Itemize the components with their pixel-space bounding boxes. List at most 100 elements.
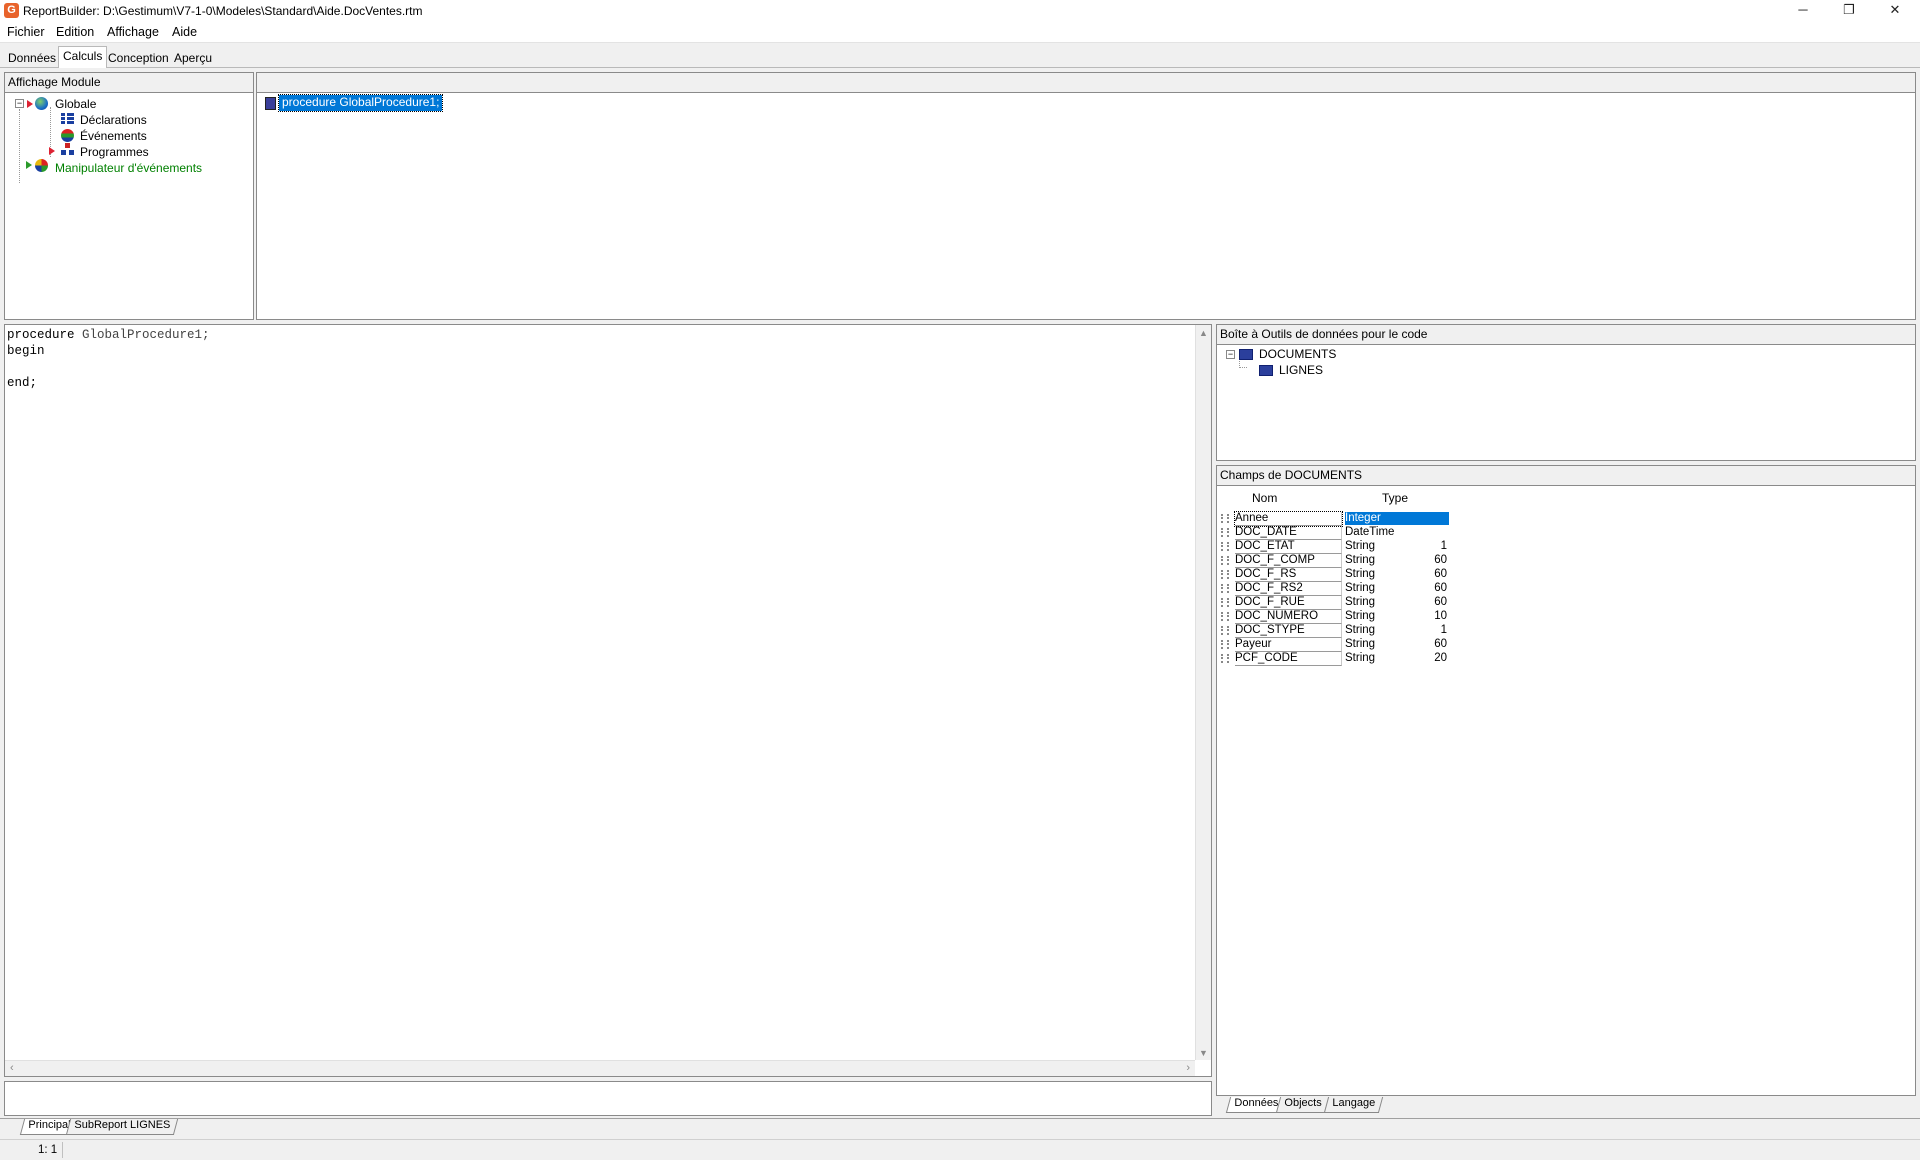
pipeline-icon bbox=[1259, 365, 1273, 376]
procedure-icon bbox=[265, 97, 276, 110]
menu-bar: Fichier Edition Affichage Aide bbox=[0, 22, 1920, 43]
tab-donnees[interactable]: Données bbox=[4, 49, 60, 67]
toolbox-tabs: Données Objects Langage bbox=[1218, 1097, 1918, 1115]
event-handler-icon bbox=[35, 159, 48, 172]
code-line-4: end; bbox=[7, 376, 38, 390]
module-panel-header: Affichage Module bbox=[5, 73, 253, 93]
field-row[interactable]: DOC_F_RS String 60 bbox=[1219, 568, 1449, 582]
toolbox-header: Boîte à Outils de données pour le code bbox=[1217, 325, 1915, 345]
fields-panel: Champs de DOCUMENTS Nom Type Annee Intege… bbox=[1216, 465, 1916, 1096]
pipeline-documents[interactable]: DOCUMENTS bbox=[1259, 347, 1336, 361]
field-row[interactable]: Annee Integer bbox=[1219, 511, 1449, 527]
close-button[interactable]: ✕ bbox=[1872, 0, 1918, 22]
code-keyword: procedure bbox=[7, 328, 75, 342]
field-size bbox=[1413, 512, 1449, 525]
field-row[interactable]: DOC_ETAT String 1 bbox=[1219, 540, 1449, 554]
drag-handle-icon[interactable] bbox=[1221, 584, 1229, 593]
restore-button[interactable]: ❐ bbox=[1826, 0, 1872, 22]
field-row[interactable]: DOC_DATE DateTime bbox=[1219, 526, 1449, 540]
tree-line bbox=[19, 109, 20, 183]
field-name: DOC_F_COMP bbox=[1235, 554, 1342, 568]
drag-handle-icon[interactable] bbox=[1221, 612, 1229, 621]
field-name: DOC_NUMERO bbox=[1235, 610, 1342, 624]
field-size: 60 bbox=[1434, 596, 1447, 608]
menu-edition[interactable]: Edition bbox=[56, 25, 94, 39]
field-size: 60 bbox=[1434, 638, 1447, 650]
field-size: 60 bbox=[1434, 554, 1447, 566]
tab-conception[interactable]: Conception bbox=[104, 49, 173, 67]
horizontal-scrollbar[interactable]: ‹ › bbox=[5, 1060, 1195, 1076]
menu-aide[interactable]: Aide bbox=[172, 25, 197, 39]
status-divider bbox=[62, 1142, 63, 1158]
field-row[interactable]: DOC_F_RUE String 60 bbox=[1219, 596, 1449, 610]
tab-apercu[interactable]: Aperçu bbox=[170, 49, 216, 67]
main-tabs: Données Calculs Conception Aperçu bbox=[0, 44, 1920, 68]
vertical-scrollbar[interactable]: ▲ ▼ bbox=[1195, 325, 1211, 1060]
pipeline-lignes[interactable]: LIGNES bbox=[1279, 363, 1323, 377]
drag-handle-icon[interactable] bbox=[1221, 570, 1229, 579]
procedure-item-selected[interactable]: procedure GlobalProcedure1; bbox=[277, 94, 444, 112]
drag-handle-icon[interactable] bbox=[1221, 556, 1229, 565]
drag-handle-icon[interactable] bbox=[1221, 514, 1229, 523]
field-name: Annee bbox=[1234, 511, 1343, 527]
scroll-up-icon[interactable]: ▲ bbox=[1199, 328, 1208, 338]
field-name: DOC_F_RUE bbox=[1235, 596, 1342, 610]
tab-subreport-lignes[interactable]: SubReport LIGNES bbox=[65, 1119, 179, 1135]
drag-handle-icon[interactable] bbox=[1221, 542, 1229, 551]
expand-arrow-icon[interactable] bbox=[26, 161, 32, 169]
drag-handle-icon[interactable] bbox=[1221, 528, 1229, 537]
events-icon bbox=[61, 129, 74, 142]
tree-item-programmes[interactable]: Programmes bbox=[80, 145, 149, 159]
tree-item-manipulateur[interactable]: Manipulateur d'événements bbox=[55, 161, 202, 175]
field-type: String bbox=[1345, 596, 1376, 608]
collapse-icon[interactable]: − bbox=[15, 99, 24, 108]
programs-icon bbox=[61, 143, 74, 156]
collapse-icon[interactable]: − bbox=[1226, 350, 1235, 359]
tab-toolbox-langage[interactable]: Langage bbox=[1323, 1097, 1383, 1113]
report-tabs: Principal SubReport LIGNES bbox=[0, 1118, 1920, 1136]
field-name: Payeur bbox=[1235, 638, 1342, 652]
field-row[interactable]: DOC_NUMERO String 10 bbox=[1219, 610, 1449, 624]
field-size: 1 bbox=[1440, 624, 1447, 636]
tree-item-evenements[interactable]: Événements bbox=[80, 129, 147, 143]
pipeline-icon bbox=[1239, 349, 1253, 360]
status-bar: 1: 1 bbox=[0, 1139, 1920, 1160]
field-size: 60 bbox=[1434, 582, 1447, 594]
procedure-list-panel: procedure GlobalProcedure1; bbox=[256, 72, 1916, 320]
code-line-1: procedure GlobalProcedure1; bbox=[7, 327, 210, 343]
drag-handle-icon[interactable] bbox=[1221, 640, 1229, 649]
drag-handle-icon[interactable] bbox=[1221, 626, 1229, 635]
code-editor[interactable]: procedure GlobalProcedure1; begin end; ▲… bbox=[4, 324, 1212, 1077]
drag-handle-icon[interactable] bbox=[1221, 654, 1229, 663]
field-name: DOC_DATE bbox=[1235, 526, 1342, 540]
drag-handle-icon[interactable] bbox=[1221, 598, 1229, 607]
field-row[interactable]: DOC_STYPE String 1 bbox=[1219, 624, 1449, 638]
field-size: 20 bbox=[1434, 652, 1447, 664]
tab-toolbox-objects[interactable]: Objects bbox=[1275, 1097, 1330, 1113]
breakpoint-arrow-icon bbox=[27, 100, 33, 108]
menu-affichage[interactable]: Affichage bbox=[107, 25, 159, 39]
field-row[interactable]: Payeur String 60 bbox=[1219, 638, 1449, 652]
menu-fichier[interactable]: Fichier bbox=[7, 25, 45, 39]
scroll-left-icon[interactable]: ‹ bbox=[10, 1062, 14, 1074]
column-nom[interactable]: Nom bbox=[1252, 491, 1277, 505]
field-type: String bbox=[1345, 638, 1376, 650]
tab-calculs[interactable]: Calculs bbox=[58, 46, 108, 68]
scroll-right-icon[interactable]: › bbox=[1186, 1062, 1190, 1074]
fields-list: Annee Integer DOC_DATE DateTime DOC_ETAT Stri… bbox=[1217, 511, 1457, 712]
module-panel: Affichage Module − Globale Déclarations … bbox=[4, 72, 254, 320]
tree-item-declarations[interactable]: Déclarations bbox=[80, 113, 147, 127]
field-row[interactable]: DOC_F_RS2 String 60 bbox=[1219, 582, 1449, 596]
tree-item-globale[interactable]: Globale bbox=[55, 97, 96, 111]
field-row[interactable]: PCF_CODE String 20 bbox=[1219, 652, 1449, 666]
field-name: DOC_STYPE bbox=[1235, 624, 1342, 638]
minimize-button[interactable]: ─ bbox=[1780, 0, 1826, 22]
field-row[interactable]: DOC_F_COMP String 60 bbox=[1219, 554, 1449, 568]
declarations-icon bbox=[61, 113, 74, 125]
field-type: String bbox=[1345, 652, 1376, 664]
scroll-down-icon[interactable]: ▼ bbox=[1199, 1048, 1208, 1058]
column-type[interactable]: Type bbox=[1382, 491, 1408, 505]
app-icon: G bbox=[4, 3, 19, 18]
field-type: DateTime bbox=[1345, 526, 1395, 538]
fields-header: Champs de DOCUMENTS bbox=[1217, 466, 1915, 486]
